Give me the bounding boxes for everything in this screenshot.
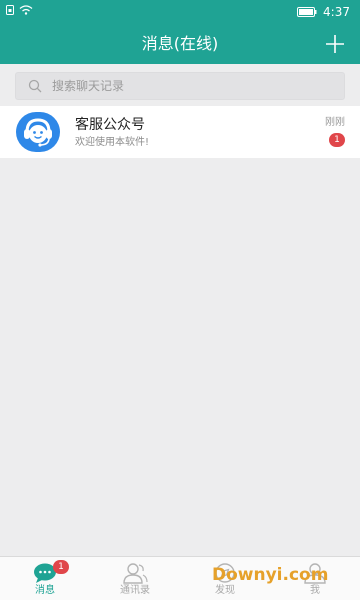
search-input[interactable] [52, 73, 332, 99]
sim-card-icon [6, 5, 14, 15]
watermark: Downyi.com [212, 565, 329, 585]
battery-icon [297, 7, 317, 17]
unread-badge: 1 [329, 133, 345, 147]
search-bar [0, 64, 360, 106]
nav-label-discover: 发现 [215, 585, 235, 596]
contacts-icon [123, 563, 148, 584]
status-left-icons [6, 5, 33, 15]
nav-label-profile: 我 [310, 585, 320, 596]
chat-item-customer-service[interactable]: 客服公众号 欢迎使用本软件! 刚刚 1 [0, 106, 360, 158]
nav-item-messages[interactable]: 1 消息 [0, 557, 90, 600]
chat-name: 客服公众号 [75, 117, 145, 133]
chat-list: 客服公众号 欢迎使用本软件! 刚刚 1 [0, 106, 360, 158]
chat-time: 刚刚 [325, 117, 345, 128]
nav-label-contacts: 通讯录 [120, 585, 150, 596]
nav-item-contacts[interactable]: 通讯录 [90, 557, 180, 600]
page-title: 消息(在线) [141, 34, 219, 53]
nav-label-messages: 消息 [35, 585, 55, 596]
status-bar: 4:37 [0, 0, 360, 24]
search-icon [28, 79, 42, 93]
nav-unread-badge: 1 [53, 560, 69, 574]
chat-preview: 欢迎使用本软件! [75, 137, 150, 148]
plus-icon [326, 35, 344, 53]
status-time: 4:37 [323, 5, 350, 19]
status-right-icons: 4:37 [297, 4, 350, 20]
wifi-icon [19, 5, 33, 15]
add-button[interactable] [324, 33, 346, 55]
title-bar: 消息(在线) [0, 24, 360, 64]
customer-service-avatar-icon [16, 112, 60, 152]
search-box[interactable] [15, 72, 345, 100]
